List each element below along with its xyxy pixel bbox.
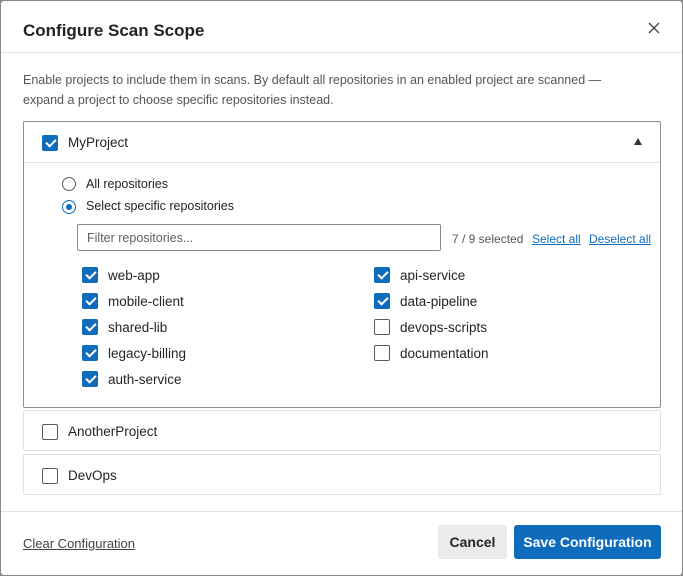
- repo-checkbox[interactable]: [82, 319, 98, 335]
- project-name: MyProject: [68, 135, 129, 150]
- project-header-myproject[interactable]: MyProject: [24, 122, 660, 163]
- repo-checkbox[interactable]: [374, 319, 390, 335]
- repo-checkbox[interactable]: [82, 267, 98, 283]
- radio-all-repositories[interactable]: [62, 177, 76, 191]
- save-configuration-button[interactable]: Save Configuration: [514, 525, 661, 559]
- repo-label: api-service: [400, 268, 466, 283]
- repo-checkbox[interactable]: [82, 293, 98, 309]
- cancel-button[interactable]: Cancel: [438, 525, 507, 559]
- repo-checkbox[interactable]: [374, 345, 390, 361]
- repo-checkbox[interactable]: [82, 371, 98, 387]
- dialog-footer: Clear Configuration Cancel Save Configur…: [1, 511, 682, 575]
- project-panel-myproject: MyProject All repositories Select specif…: [23, 121, 661, 408]
- caret-up-icon[interactable]: [634, 138, 642, 145]
- close-icon: [648, 22, 660, 34]
- clear-configuration-link[interactable]: Clear Configuration: [23, 536, 135, 551]
- repo-label: data-pipeline: [400, 294, 478, 309]
- repo-checkbox[interactable]: [82, 345, 98, 361]
- close-button[interactable]: [646, 20, 662, 36]
- project-panel-devops: DevOps: [23, 454, 661, 495]
- repo-label: auth-service: [108, 372, 182, 387]
- dialog-title: Configure Scan Scope: [23, 21, 205, 40]
- project-header-anotherproject[interactable]: AnotherProject: [24, 411, 660, 452]
- radio-specific-repositories-label: Select specific repositories: [86, 199, 234, 213]
- project-checkbox-anotherproject[interactable]: [42, 424, 58, 440]
- repo-checkbox[interactable]: [374, 293, 390, 309]
- configure-scan-scope-dialog: Configure Scan Scope Enable projects to …: [1, 1, 682, 575]
- radio-specific-repositories[interactable]: [62, 200, 76, 214]
- selected-count: 7 / 9 selected: [452, 232, 524, 246]
- radio-all-repositories-label: All repositories: [86, 177, 168, 191]
- project-checkbox-devops[interactable]: [42, 468, 58, 484]
- project-header-devops[interactable]: DevOps: [24, 455, 660, 496]
- repo-label: mobile-client: [108, 294, 184, 309]
- deselect-all-link[interactable]: Deselect all: [589, 232, 651, 246]
- project-panel-anotherproject: AnotherProject: [23, 410, 661, 451]
- repo-label: shared-lib: [108, 320, 168, 335]
- repo-label: documentation: [400, 346, 489, 361]
- project-name: DevOps: [68, 468, 117, 483]
- filter-repositories-input[interactable]: [77, 224, 441, 251]
- project-name: AnotherProject: [68, 424, 158, 439]
- select-all-link[interactable]: Select all: [532, 232, 581, 246]
- repo-checkbox[interactable]: [374, 267, 390, 283]
- dialog-description: Enable projects to include them in scans…: [23, 73, 602, 107]
- dialog-header: Configure Scan Scope: [1, 1, 682, 53]
- repo-label: web-app: [108, 268, 160, 283]
- repo-label: devops-scripts: [400, 320, 488, 335]
- project-checkbox-myproject[interactable]: [42, 135, 58, 151]
- repo-label: legacy-billing: [108, 346, 187, 361]
